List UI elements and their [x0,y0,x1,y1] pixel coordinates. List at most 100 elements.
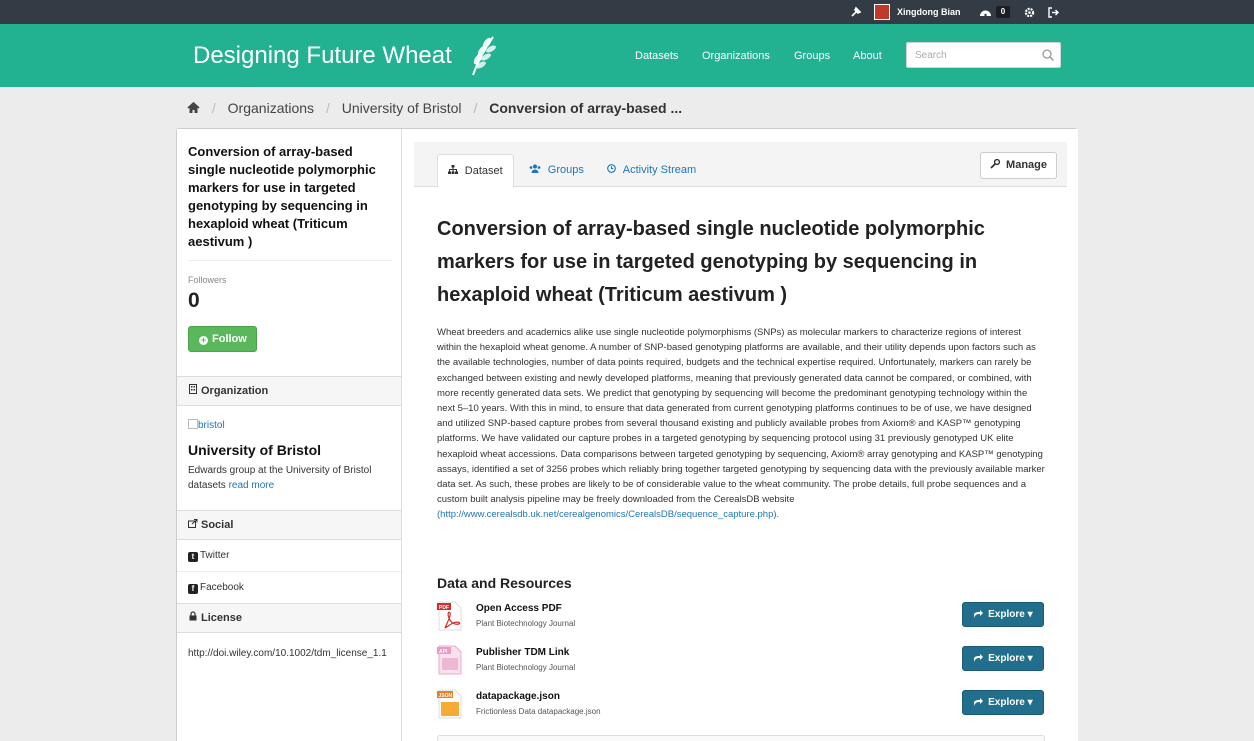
divider [188,260,392,261]
resource-description: Frictionless Data datapackage.json [476,707,601,716]
breadcrumb-organization[interactable]: University of Bristol [342,99,462,117]
dashboard-icon[interactable] [979,0,992,24]
sidebar-dataset-title: Conversion of array-based single nucleot… [188,144,376,249]
follow-label: Follow [212,333,247,345]
building-icon [188,378,198,406]
sysadmin-icon[interactable] [850,0,862,24]
facebook-icon: f [188,584,198,594]
pdf-icon-label: PDF [439,605,449,611]
twitter-label: Twitter [200,550,230,561]
share-arrow-icon [973,697,988,708]
organization-heading: Organization [177,376,401,406]
tab-activity-label: Activity Stream [622,164,697,176]
json-icon: JSON [437,689,462,719]
api-icon-label: API [439,649,448,655]
api-icon: API [437,645,462,675]
clock-icon [607,164,619,176]
social-twitter[interactable]: t Twitter [177,540,401,572]
explore-button[interactable]: Explore ▾ [962,646,1044,671]
plus-circle-icon: + [199,335,208,345]
manage-label: Manage [1006,159,1048,171]
search-icon[interactable] [1041,48,1055,62]
wrench-icon [990,158,1006,171]
read-more-link[interactable]: read more [229,480,275,491]
resource-description: Plant Biotechnology Journal [476,663,576,672]
home-icon[interactable] [187,99,200,118]
breadcrumb-separator: / [211,100,216,116]
sitemap-icon [448,165,461,177]
resources-heading: Data and Resources [437,575,572,591]
dashboard-count-badge[interactable]: 0 [996,6,1010,18]
followers-count: 0 [188,289,200,312]
tab-dataset-label: Dataset [464,165,503,177]
resource-title[interactable]: datapackage.json [476,691,560,702]
broken-image-icon [188,419,198,429]
org-name[interactable]: University of Bristol [188,442,321,458]
site-title[interactable]: Designing Future Wheat [193,41,452,71]
user-name-link[interactable]: Xingdong Bian [897,0,961,24]
explore-label: Explore [988,653,1025,664]
search-form [906,42,1061,68]
masthead: Designing Future Wheat Datasets Organiza… [0,24,1254,87]
license-heading-label: License [201,612,242,624]
license-heading: License [177,603,401,633]
lock-icon [188,605,198,633]
additional-info-box [437,735,1045,741]
tab-groups[interactable]: Groups [519,154,594,187]
resource-description: Plant Biotechnology Journal [476,619,576,628]
nav-about[interactable]: About [853,48,882,64]
social-facebook[interactable]: f Facebook [177,572,401,604]
organization-heading-label: Organization [201,385,269,397]
followers-label: Followers [188,275,227,285]
nav-datasets[interactable]: Datasets [635,48,678,64]
explore-label: Explore [988,697,1025,708]
explore-button[interactable]: Explore ▾ [962,690,1044,715]
share-icon [188,512,198,540]
breadcrumb-organizations[interactable]: Organizations [228,99,314,117]
json-icon-label: JSON [439,693,453,699]
breadcrumb-current[interactable]: Conversion of array-based ... [489,99,682,117]
search-input[interactable] [907,43,1037,67]
tab-dataset[interactable]: Dataset [437,154,514,188]
main-content: Dataset Groups Activity Stream Manage Co… [403,129,1078,741]
manage-button[interactable]: Manage [980,152,1057,179]
notes-text: Wheat breeders and academics alike use s… [437,327,1045,506]
org-description-text: Edwards group at the University of Brist… [188,465,372,491]
avatar[interactable] [874,4,890,20]
resource-title[interactable]: Open Access PDF [476,603,562,614]
org-image-alt: bristol [198,420,225,431]
tab-groups-label: Groups [547,164,584,176]
content-wrapper: Conversion of array-based single nucleot… [176,128,1078,741]
explore-button[interactable]: Explore ▾ [962,602,1044,627]
resource-item[interactable]: JSON datapackage.json Frictionless Data … [437,689,1047,723]
tab-activity-stream[interactable]: Activity Stream [597,154,706,187]
breadcrumb-separator: / [473,100,478,116]
share-arrow-icon [973,653,988,664]
social-heading: Social [177,510,401,540]
social-heading-label: Social [201,519,234,531]
resource-item[interactable]: PDF Open Access PDF Plant Biotechnology … [437,601,1047,635]
resource-item[interactable]: API Publisher TDM Link Plant Biotechnolo… [437,645,1047,679]
license-text: http://doi.wiley.com/10.1002/tdm_license… [188,648,387,659]
sidebar: Conversion of array-based single nucleot… [177,129,402,741]
follow-button[interactable]: + Follow [188,326,257,352]
dataset-notes: Wheat breeders and academics alike use s… [437,325,1047,523]
pdf-icon: PDF [437,601,462,631]
dataset-title: Conversion of array-based single nucleot… [437,218,985,306]
nav-groups[interactable]: Groups [794,48,830,64]
account-bar: Xingdong Bian 0 [0,0,1254,24]
resource-title[interactable]: Publisher TDM Link [476,647,569,658]
cerealsdb-link[interactable]: (http://www.cerealsdb.uk.net/cerealgenom… [437,509,779,520]
page-tabs: Dataset Groups Activity Stream Manage [414,142,1067,188]
wheat-logo-icon[interactable] [465,33,497,77]
share-arrow-icon [973,609,988,620]
users-icon [529,164,544,176]
twitter-icon: t [188,552,198,562]
org-image[interactable]: bristol [188,418,225,433]
logout-icon[interactable] [1048,0,1059,24]
gear-icon[interactable] [1024,0,1035,24]
breadcrumb-separator: / [325,100,330,116]
nav-organizations[interactable]: Organizations [702,48,770,64]
breadcrumb: / Organizations / University of Bristol … [187,99,682,117]
explore-label: Explore [988,609,1025,620]
